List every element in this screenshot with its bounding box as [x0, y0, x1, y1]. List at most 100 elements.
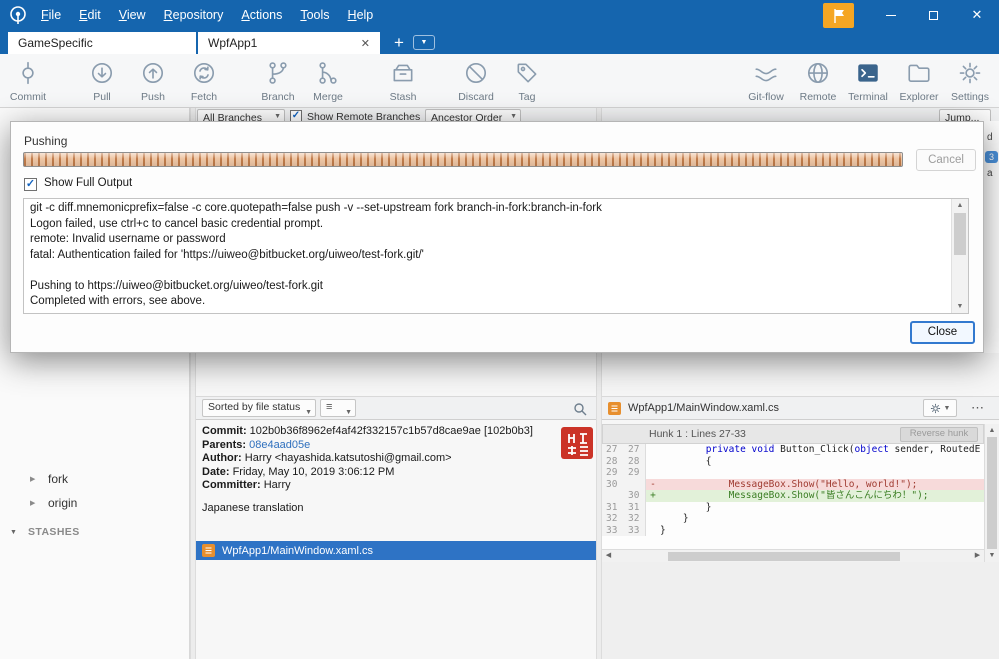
tab-bar: GameSpecific WpfApp1 ✕ + ▼	[0, 30, 999, 54]
diff-vertical-scrollbar[interactable]: ▲ ▼	[984, 424, 999, 562]
sidebar-item-origin[interactable]: ▶ origin	[0, 492, 189, 514]
sidebar-item-fork[interactable]: ▶ fork	[0, 468, 189, 490]
diff-header: WpfApp1/MainWindow.xaml.cs ▼ ⋯	[602, 396, 999, 420]
branches-filter-dropdown[interactable]: All Branches ▼	[197, 109, 285, 121]
menu-edit[interactable]: Edit	[70, 0, 110, 30]
diff-line: 27 27 private void Button_Click(object se…	[602, 444, 984, 456]
menu-actions[interactable]: Actions	[232, 0, 291, 30]
scroll-up-arrow-icon[interactable]: ▲	[985, 424, 999, 437]
reverse-hunk-button[interactable]: Reverse hunk	[900, 427, 978, 442]
diff-panel-footer	[602, 562, 999, 659]
parent-commit-link[interactable]: 08e4aad05e	[249, 439, 310, 451]
view-mode-dropdown[interactable]: ≡ ▼	[320, 399, 356, 417]
menu-tools[interactable]: Tools	[291, 0, 338, 30]
commit-hash-row: Commit: 102b0b36f8962ef4af42f332157c1b57…	[202, 425, 533, 437]
tab-gamespecific[interactable]: GameSpecific	[8, 32, 196, 54]
discard-icon	[465, 62, 487, 84]
file-sort-dropdown[interactable]: Sorted by file status ▼	[202, 399, 316, 417]
scrollbar-thumb[interactable]	[987, 437, 997, 549]
commit-author-row: Author: Harry <hayashida.katsutoshi@gmai…	[202, 452, 452, 464]
diff-line: 29 29	[602, 467, 984, 479]
diff-horizontal-scrollbar[interactable]: ◀ ▶	[602, 549, 984, 562]
diff-line-added: 30 + MessageBox.Show("皆さんこんにちわ！");	[602, 490, 984, 502]
scroll-right-arrow-icon[interactable]: ▶	[971, 550, 984, 562]
tag-button[interactable]: Tag	[501, 57, 553, 105]
chevron-right-icon[interactable]: ▶	[30, 475, 35, 483]
output-line: fatal: Authentication failed for 'https:…	[30, 248, 424, 261]
output-line: git -c diff.mnemonicprefix=false -c core…	[30, 202, 602, 214]
sourcetree-logo-icon	[10, 6, 26, 24]
push-button[interactable]: Push	[127, 57, 179, 105]
tab-label: GameSpecific	[18, 36, 93, 50]
list-icon: ≡	[326, 401, 333, 413]
output-line: remote: Invalid username or password	[30, 233, 226, 245]
commit-info: Commit: 102b0b36f8962ef4af42f332157c1b57…	[202, 425, 554, 515]
gear-icon	[930, 403, 940, 413]
menu-repository[interactable]: Repository	[155, 0, 233, 30]
terminal-button[interactable]: Terminal	[842, 57, 894, 105]
fetch-button[interactable]: Fetch	[178, 57, 230, 105]
output-line: Logon failed, use ctrl+c to cancel basic…	[30, 217, 324, 230]
author-avatar	[561, 427, 593, 459]
hunk-header: Hunk 1 : Lines 27-33 Reverse hunk	[602, 424, 984, 444]
menu-file[interactable]: File	[32, 0, 70, 30]
file-list-item-selected[interactable]: WpfApp1/MainWindow.xaml.cs	[196, 541, 596, 560]
chevron-right-icon[interactable]: ▶	[30, 499, 35, 507]
close-button[interactable]: Close	[910, 321, 975, 344]
sidebar-section-stashes[interactable]: ▼ STASHES	[0, 522, 189, 542]
branch-button[interactable]: Branch	[252, 57, 304, 105]
settings-button[interactable]: Settings	[944, 57, 996, 105]
discard-button[interactable]: Discard	[450, 57, 502, 105]
commit-parents-row: Parents: 08e4aad05e	[202, 438, 311, 451]
output-vertical-scrollbar[interactable]: ▲ ▼	[951, 199, 968, 313]
stash-icon	[393, 64, 413, 82]
diff-options-button[interactable]: ▼	[923, 399, 957, 417]
cancel-button[interactable]: Cancel	[916, 149, 976, 171]
stash-button[interactable]: Stash	[377, 57, 429, 105]
commit-committer-row: Committer: Harry	[202, 479, 291, 491]
commit-button[interactable]: Commit	[2, 57, 54, 105]
git-flow-icon	[755, 68, 777, 82]
show-full-output-checkbox[interactable]: ✓	[24, 178, 37, 191]
window-close-button[interactable]: ✕	[955, 0, 999, 30]
new-tab-button[interactable]: +	[388, 32, 410, 54]
clipped-text: a	[987, 168, 993, 179]
jump-to-box[interactable]: Jump...	[939, 109, 991, 121]
explorer-button[interactable]: Explorer	[893, 57, 945, 105]
chevron-down-icon[interactable]: ▼	[10, 529, 17, 536]
show-remote-branches-checkbox[interactable]: ✓	[290, 110, 302, 121]
commit-icon	[22, 61, 34, 85]
window-maximize-button[interactable]	[912, 0, 955, 30]
fetch-icon	[193, 62, 215, 84]
window-minimize-button[interactable]	[869, 0, 912, 30]
git-flow-button[interactable]: Git-flow	[740, 57, 792, 105]
flag-icon	[833, 8, 844, 23]
scroll-left-arrow-icon[interactable]: ◀	[602, 550, 615, 562]
terminal-icon	[858, 64, 878, 82]
menu-view[interactable]: View	[110, 0, 155, 30]
remote-globe-icon	[807, 62, 829, 84]
menu-help[interactable]: Help	[339, 0, 383, 30]
push-output-box: git -c diff.mnemonicprefix=false -c core…	[23, 198, 969, 314]
branch-count-badge: 3	[985, 151, 998, 163]
hunk-label: Hunk 1 : Lines 27-33	[649, 428, 746, 440]
order-dropdown[interactable]: Ancestor Order ▼	[425, 109, 521, 121]
remote-button[interactable]: Remote	[792, 57, 844, 105]
tab-close-icon[interactable]: ✕	[361, 37, 370, 50]
file-search-button[interactable]	[570, 399, 590, 418]
merge-button[interactable]: Merge	[302, 57, 354, 105]
scroll-down-arrow-icon[interactable]: ▼	[985, 549, 999, 562]
scroll-down-arrow-icon[interactable]: ▼	[952, 300, 968, 313]
pull-button[interactable]: Pull	[76, 57, 128, 105]
tab-list-dropdown-button[interactable]: ▼	[413, 35, 435, 50]
tab-wpfapp1[interactable]: WpfApp1 ✕	[198, 32, 380, 54]
more-options-button[interactable]: ⋯	[965, 399, 991, 417]
scroll-up-arrow-icon[interactable]: ▲	[952, 199, 968, 212]
diff-line-removed: 30- MessageBox.Show("Hello, world!");	[602, 478, 984, 490]
pull-icon	[91, 62, 113, 84]
scrollbar-thumb[interactable]	[954, 213, 966, 255]
diff-view: 27 27 private void Button_Click(object se…	[602, 444, 984, 536]
chevron-down-icon: ▼	[274, 113, 281, 120]
feedback-flag-button[interactable]	[823, 3, 854, 28]
scrollbar-thumb[interactable]	[668, 552, 900, 561]
